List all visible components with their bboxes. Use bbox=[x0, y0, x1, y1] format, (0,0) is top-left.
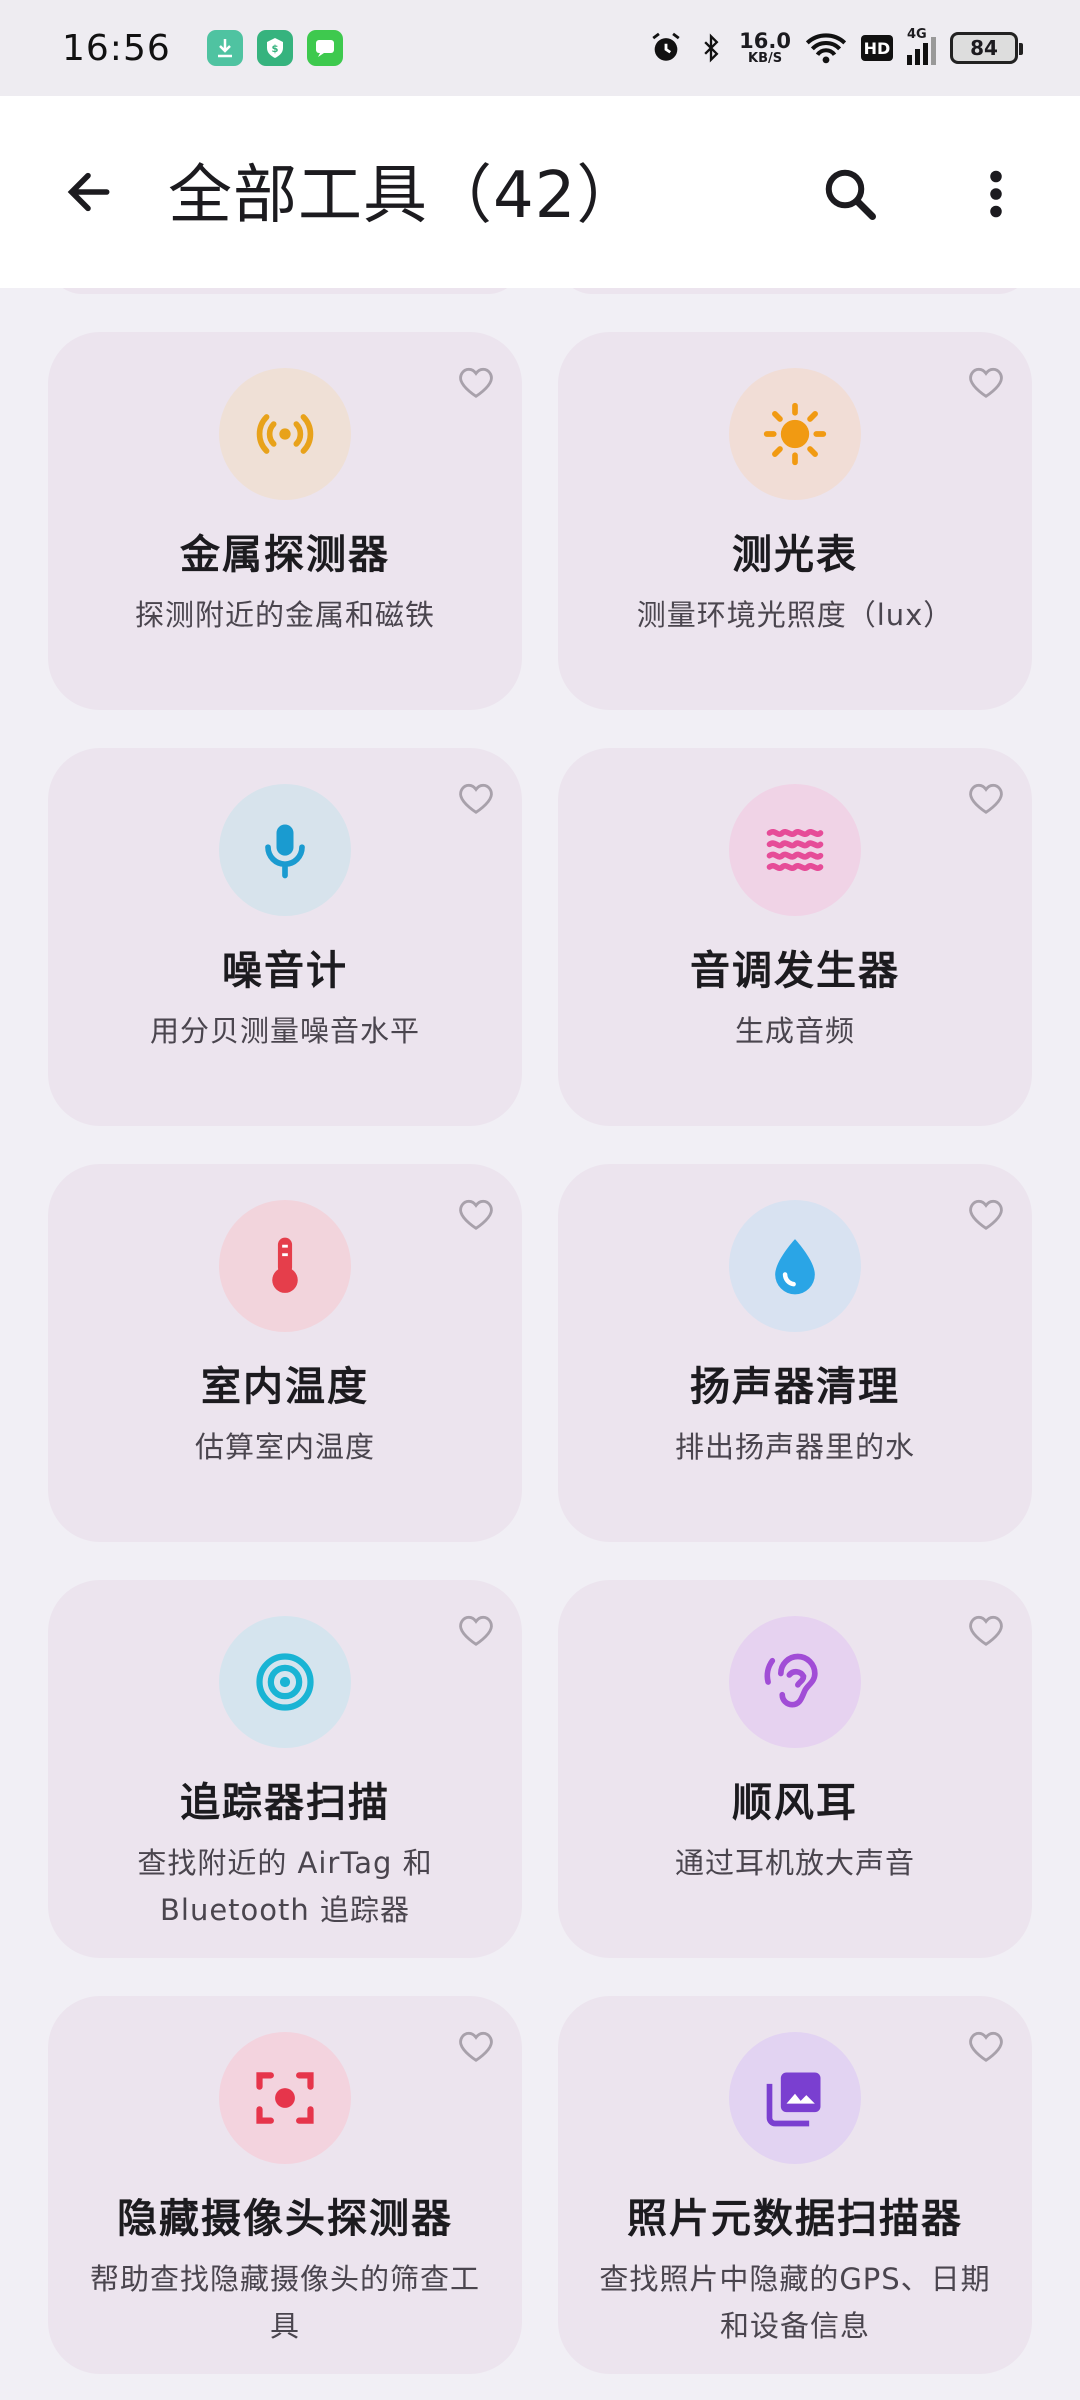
heart-outline-icon bbox=[459, 367, 493, 398]
tool-title: 顺风耳 bbox=[732, 1780, 858, 1826]
favorite-button[interactable] bbox=[450, 772, 502, 824]
tool-title: 隐藏摄像头探测器 bbox=[117, 2196, 453, 2242]
tool-card[interactable]: 室内温度 估算室内温度 bbox=[48, 1164, 522, 1542]
tool-icon-circle bbox=[729, 784, 861, 916]
sun-icon bbox=[763, 402, 827, 466]
wallet-notification-icon: $ bbox=[256, 30, 293, 66]
more-options-button[interactable] bbox=[958, 154, 1034, 234]
tool-title: 照片元数据扫描器 bbox=[627, 2196, 963, 2242]
tool-description: 帮助查找隐藏摄像头的筛查工具 bbox=[89, 2262, 480, 2343]
ear-icon bbox=[764, 1653, 818, 1708]
favorite-button[interactable] bbox=[960, 356, 1012, 408]
tool-icon-circle bbox=[729, 368, 861, 500]
cell-signal-icon: 4G bbox=[907, 27, 936, 65]
arrow-back-icon bbox=[67, 172, 110, 212]
hd-badge: HD bbox=[861, 35, 893, 61]
heart-outline-icon bbox=[969, 1615, 1003, 1646]
tool-icon-circle bbox=[729, 1200, 861, 1332]
tool-card[interactable]: 隐藏摄像头探测器 帮助查找隐藏摄像头的筛查工具 bbox=[48, 1996, 522, 2374]
wifi-icon bbox=[805, 33, 847, 64]
favorite-button[interactable] bbox=[450, 1604, 502, 1656]
tool-description: 排出扬声器里的水 bbox=[674, 1430, 915, 1464]
tool-title: 扬声器清理 bbox=[690, 1364, 900, 1410]
tool-icon-circle bbox=[729, 2032, 861, 2164]
heart-outline-icon bbox=[969, 2031, 1003, 2062]
thermometer-icon bbox=[272, 1237, 298, 1293]
tool-icon-circle bbox=[219, 1616, 351, 1748]
tool-card[interactable]: 音调发生器 生成音频 bbox=[558, 748, 1032, 1126]
more-vert-icon bbox=[990, 170, 1002, 218]
heart-outline-icon bbox=[459, 1615, 493, 1646]
bluetooth-icon bbox=[704, 33, 719, 63]
tool-icon-circle bbox=[219, 1200, 351, 1332]
waves-icon bbox=[766, 828, 824, 872]
tool-description: 查找照片中隐藏的GPS、日期和设备信息 bbox=[599, 2262, 991, 2343]
heart-outline-icon bbox=[459, 783, 493, 814]
tool-description: 用分贝测量噪音水平 bbox=[149, 1014, 420, 1048]
tool-icon-circle bbox=[219, 2032, 351, 2164]
network-speed: 16.0 KB/S bbox=[739, 29, 791, 66]
metal-detector-icon bbox=[256, 414, 314, 454]
favorite-button[interactable] bbox=[960, 1188, 1012, 1240]
tool-title: 测光表 bbox=[732, 532, 858, 578]
favorite-button[interactable] bbox=[450, 356, 502, 408]
photo-library-icon bbox=[766, 2072, 821, 2127]
tool-title: 金属探测器 bbox=[180, 532, 390, 578]
status-indicators: 16.0 KB/S HD 4G 84 bbox=[649, 27, 1023, 66]
favorite-button[interactable] bbox=[450, 1188, 502, 1240]
app-bar: 全部工具（42） bbox=[0, 96, 1080, 288]
camera-scan-icon bbox=[256, 2072, 314, 2124]
tool-card[interactable]: 照片元数据扫描器 查找照片中隐藏的GPS、日期和设备信息 bbox=[558, 1996, 1032, 2374]
heart-outline-icon bbox=[459, 2031, 493, 2062]
tool-title: 室内温度 bbox=[201, 1364, 369, 1410]
download-notification-icon bbox=[206, 30, 243, 66]
status-bar: 16:56 $ 16.0 KB/S HD 4G 84 bbox=[0, 0, 1080, 96]
tool-card[interactable]: 扬声器清理 排出扬声器里的水 bbox=[558, 1164, 1032, 1542]
water-drop-icon bbox=[775, 1239, 815, 1295]
tool-description: 测量环境光照度（lux） bbox=[636, 598, 954, 632]
tool-icon-circle bbox=[219, 784, 351, 916]
back-button[interactable] bbox=[50, 154, 126, 230]
alarm-icon bbox=[652, 32, 680, 61]
tool-card[interactable]: 顺风耳 通过耳机放大声音 bbox=[558, 1580, 1032, 1958]
tool-icon-circle bbox=[219, 368, 351, 500]
favorite-button[interactable] bbox=[960, 1604, 1012, 1656]
microphone-icon bbox=[265, 824, 305, 879]
battery-indicator: 84 bbox=[950, 32, 1023, 64]
tool-title: 音调发生器 bbox=[690, 948, 900, 994]
heart-outline-icon bbox=[969, 783, 1003, 814]
favorite-button[interactable] bbox=[960, 772, 1012, 824]
tracker-icon bbox=[256, 1653, 314, 1711]
svg-text:$: $ bbox=[271, 44, 278, 55]
search-icon bbox=[825, 169, 876, 220]
tool-title: 追踪器扫描 bbox=[180, 1780, 390, 1826]
favorite-button[interactable] bbox=[450, 2020, 502, 2072]
message-notification-icon bbox=[306, 30, 343, 66]
tool-description: 生成音频 bbox=[734, 1014, 855, 1048]
tool-description: 通过耳机放大声音 bbox=[674, 1846, 915, 1880]
tool-title: 噪音计 bbox=[222, 948, 348, 994]
favorite-button[interactable] bbox=[960, 2020, 1012, 2072]
heart-outline-icon bbox=[969, 1199, 1003, 1230]
tool-description: 估算室内温度 bbox=[194, 1430, 375, 1464]
tool-icon-circle bbox=[729, 1616, 861, 1748]
tool-description: 探测附近的金属和磁铁 bbox=[134, 598, 435, 632]
tool-card[interactable]: 追踪器扫描 查找附近的 AirTag 和 Bluetooth 追踪器 bbox=[48, 1580, 522, 1958]
tool-description: 查找附近的 AirTag 和 Bluetooth 追踪器 bbox=[137, 1846, 433, 1927]
heart-outline-icon bbox=[969, 367, 1003, 398]
page-title: 全部工具（42） bbox=[168, 159, 642, 233]
notification-icons: $ bbox=[206, 30, 343, 66]
tool-card[interactable]: 噪音计 用分贝测量噪音水平 bbox=[48, 748, 522, 1126]
status-time: 16:56 bbox=[62, 27, 171, 69]
tool-card[interactable]: 测光表 测量环境光照度（lux） bbox=[558, 332, 1032, 710]
heart-outline-icon bbox=[459, 1199, 493, 1230]
search-button[interactable] bbox=[810, 154, 890, 234]
tool-card[interactable]: 金属探测器 探测附近的金属和磁铁 bbox=[48, 332, 522, 710]
tools-grid: 金属探测器 探测附近的金属和磁铁 测光表 测量环境光照度（lux） 噪音计 用分… bbox=[48, 332, 1032, 2374]
